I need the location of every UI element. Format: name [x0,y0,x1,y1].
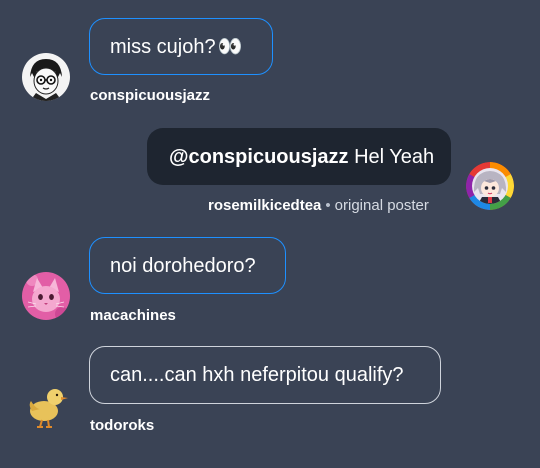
message-meta: rosemilkicedtea • original poster [208,197,429,214]
message-bubble-original-poster: @conspicuousjazz Hel Yeah [147,128,451,185]
manga-character-glasses-icon [22,53,70,101]
username[interactable]: todoroks [90,417,154,434]
username[interactable]: rosemilkicedtea [208,197,321,214]
message-bubble: miss cujoh? 👀 [89,18,273,75]
mention-link[interactable]: @conspicuousjazz [169,145,349,169]
message-bubble: can....can hxh neferpitou qualify? [89,346,441,404]
message-text: Hel Yeah [348,145,435,168]
message-bubble: noi dorohedoro? [89,237,286,294]
avatar[interactable] [22,53,70,101]
username[interactable]: macachines [90,307,176,324]
username[interactable]: conspicuousjazz [90,87,210,104]
original-poster-badge: original poster [334,197,429,214]
pink-cat-icon [22,272,70,320]
eyes-emoji: 👀 [217,35,243,58]
duckling-icon [29,389,68,428]
rainbow-ring-anime-girl-icon [466,162,514,210]
separator-dot: • [325,197,331,214]
avatar[interactable] [22,272,70,320]
avatar[interactable] [22,381,70,429]
message-text: miss cujoh? [110,35,216,58]
message-text: noi dorohedoro? [110,254,256,277]
message-text: can....can hxh neferpitou qualify? [110,364,404,386]
avatar[interactable] [466,162,514,210]
